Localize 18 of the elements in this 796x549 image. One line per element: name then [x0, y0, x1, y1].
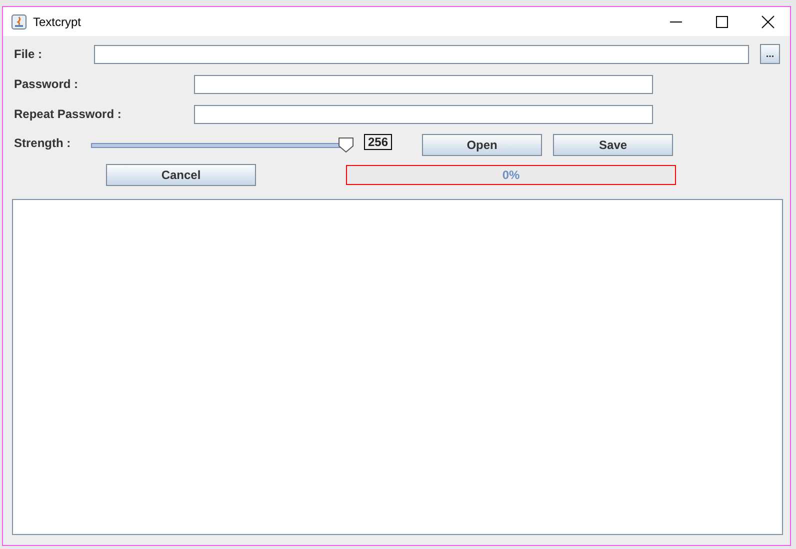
file-field[interactable]: [94, 44, 750, 64]
save-button[interactable]: Save: [553, 134, 674, 156]
close-icon[interactable]: [761, 14, 775, 28]
password-label: Password :: [14, 77, 80, 91]
strength-label: Strength :: [14, 135, 72, 150]
open-button[interactable]: Open: [422, 134, 542, 156]
slider-thumb[interactable]: [338, 137, 354, 153]
file-label: File :: [14, 47, 44, 61]
window-title: Textcrypt: [33, 14, 82, 28]
password-field[interactable]: [194, 74, 653, 94]
progress-text: 0%: [502, 168, 520, 182]
strength-value: 256: [364, 134, 392, 150]
maximize-icon[interactable]: [715, 14, 729, 28]
repeat-password-label: Repeat Password :: [14, 107, 122, 121]
browse-button[interactable]: ...: [760, 44, 780, 64]
repeat-password-field[interactable]: [194, 104, 653, 124]
cancel-button[interactable]: Cancel: [106, 164, 256, 186]
app-icon: [11, 14, 27, 30]
